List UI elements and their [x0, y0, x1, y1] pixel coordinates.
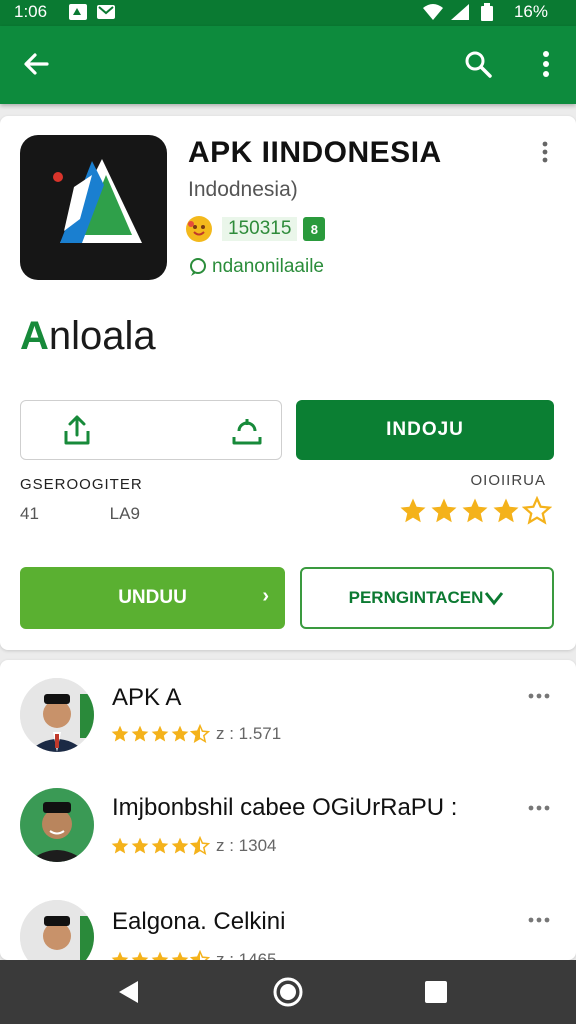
list-item-count: z : 1304: [216, 836, 277, 855]
star-half-icon: [190, 950, 210, 960]
star-half-icon: [190, 724, 210, 744]
list-item-more-icon[interactable]: [527, 684, 551, 708]
card-more-icon[interactable]: [533, 140, 557, 164]
developer-name: ndanonilaaile: [212, 256, 324, 277]
star-icon: [462, 498, 488, 523]
list-item[interactable]: Ealgona. Celkini z : 1465: [0, 884, 576, 960]
star-icon: [171, 837, 189, 854]
meta-value-1: 41: [20, 504, 39, 523]
star-icon: [171, 725, 189, 742]
list-item[interactable]: Imjbonbshil cabee OGiUrRaPU : z : 1304: [0, 772, 576, 884]
chevron-right-icon: ›: [262, 585, 269, 607]
home-nav-icon[interactable]: [270, 974, 306, 1010]
rating-label: OIOIIRUA: [470, 472, 546, 489]
wifi-icon: [422, 3, 444, 21]
emoji-icon: [186, 216, 212, 242]
more-vert-icon[interactable]: [526, 44, 566, 84]
star-icon: [111, 725, 129, 742]
meta-left-label: GSEROOGITER: [20, 476, 143, 493]
back-nav-icon[interactable]: [110, 974, 146, 1010]
list-item-title: Imjbonbshil cabee OGiUrRaPU :: [112, 794, 458, 821]
download-button[interactable]: UNDUU ›: [20, 567, 285, 629]
avatar: [20, 900, 94, 960]
star-icon: [131, 725, 149, 742]
share-actions-button[interactable]: [20, 400, 282, 460]
star-icon: [111, 951, 129, 960]
star-icon: [131, 837, 149, 854]
check-icon: [485, 592, 504, 606]
list-item[interactable]: APK A z : 1.571: [0, 660, 576, 772]
list-item-title: APK A: [112, 684, 182, 711]
status-bar: 1:06 16%: [0, 0, 576, 26]
search-icon[interactable]: [458, 44, 498, 84]
app-details-card: APK IINDONESIA Indodnesia) 150315 8 ndan…: [0, 116, 576, 650]
list-item-rating: z : 1304: [110, 836, 277, 856]
star-icon: [171, 951, 189, 960]
rating-stars: [397, 496, 552, 526]
list-item-more-icon[interactable]: [527, 796, 551, 820]
content-rating-badge: 8: [303, 217, 326, 241]
battery-percent: 16%: [513, 2, 548, 21]
star-icon: [400, 498, 426, 523]
star-icon: [131, 951, 149, 960]
section-title: Anloala: [20, 314, 156, 358]
refresh-icon[interactable]: [229, 413, 265, 449]
star-outline-icon: [522, 496, 552, 525]
star-icon: [493, 498, 519, 523]
avatar: [20, 678, 94, 752]
related-apps-list: APK A z : 1.571 Imjbonbshil cabee OGiUrR…: [0, 660, 576, 960]
share-icon[interactable]: [59, 413, 95, 449]
avatar: [20, 788, 94, 862]
install-button[interactable]: INDOJU: [296, 400, 554, 460]
download-stats: 150315 8: [186, 214, 326, 244]
list-item-count: z : 1465: [216, 950, 277, 960]
list-item-rating: z : 1.571: [110, 724, 281, 744]
meta-left-values: 41 LA9: [20, 504, 140, 524]
star-icon: [151, 837, 169, 854]
list-item-title: Ealgona. Celkini: [112, 908, 286, 935]
reminder-button[interactable]: PERNGINTACEN: [300, 567, 554, 629]
system-nav-bar: [0, 960, 576, 1024]
star-icon: [431, 498, 457, 523]
back-arrow-icon[interactable]: [16, 44, 56, 84]
status-time: 1:06: [14, 2, 48, 21]
app-bar: [0, 26, 576, 104]
star-half-icon: [190, 836, 210, 856]
signal-icon: [450, 3, 470, 21]
app-logo-icon[interactable]: [20, 135, 167, 280]
list-item-count: z : 1.571: [216, 724, 282, 743]
recents-nav-icon[interactable]: [418, 974, 454, 1010]
list-item-more-icon[interactable]: [527, 908, 551, 932]
mail-notification-icon: [96, 3, 116, 21]
star-icon: [151, 725, 169, 742]
meta-value-2: LA9: [109, 504, 140, 523]
download-count: 150315: [222, 217, 298, 241]
star-icon: [111, 837, 129, 854]
app-subtitle: Indodnesia): [188, 178, 298, 201]
list-item-rating: z : 1465: [110, 950, 277, 960]
star-icon: [151, 951, 169, 960]
notification-icon: [68, 3, 88, 21]
chat-icon: [188, 257, 208, 277]
battery-icon: [480, 3, 494, 21]
app-title: APK IINDONESIA: [188, 136, 442, 169]
developer-row[interactable]: ndanonilaaile: [188, 256, 324, 278]
